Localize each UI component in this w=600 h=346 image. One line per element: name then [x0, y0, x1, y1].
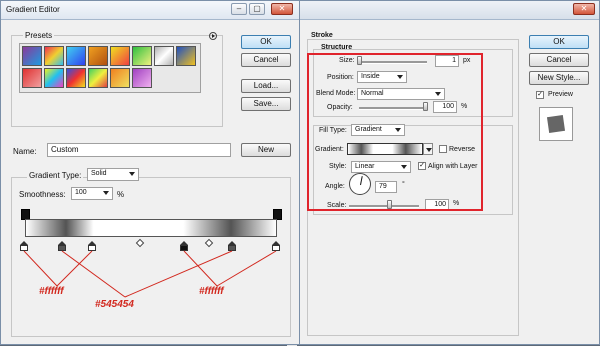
layer-style-ok-button[interactable]: OK	[529, 35, 589, 49]
annotation-line	[216, 250, 277, 287]
layer-style-window: ✕ Stroke Structure Size: 1 px Position: …	[286, 0, 600, 346]
annotation-label-white-left: #ffffff	[39, 286, 64, 297]
new-style-button[interactable]: New Style...	[529, 71, 589, 85]
annotation-line	[183, 250, 218, 287]
preview-checkbox[interactable]: ✓	[536, 91, 544, 99]
close-icon[interactable]: ✕	[573, 3, 595, 15]
preview-label: Preview	[548, 91, 573, 98]
gradient-editor-window: Gradient Editor – ▢ ✕ Presets OK Cancel …	[0, 0, 300, 345]
stroke-title: Stroke	[311, 32, 333, 39]
layer-style-cancel-button[interactable]: Cancel	[529, 53, 589, 67]
preview-thumbnail	[539, 107, 573, 141]
layer-style-titlebar	[287, 1, 599, 20]
annotation-line	[23, 250, 58, 287]
annotation-label-gray: #545454	[95, 299, 134, 310]
annotation-line	[61, 250, 126, 298]
annotation-label-white-right: #ffffff	[199, 286, 224, 297]
highlight-box	[307, 53, 483, 211]
preview-swatch	[546, 114, 566, 134]
